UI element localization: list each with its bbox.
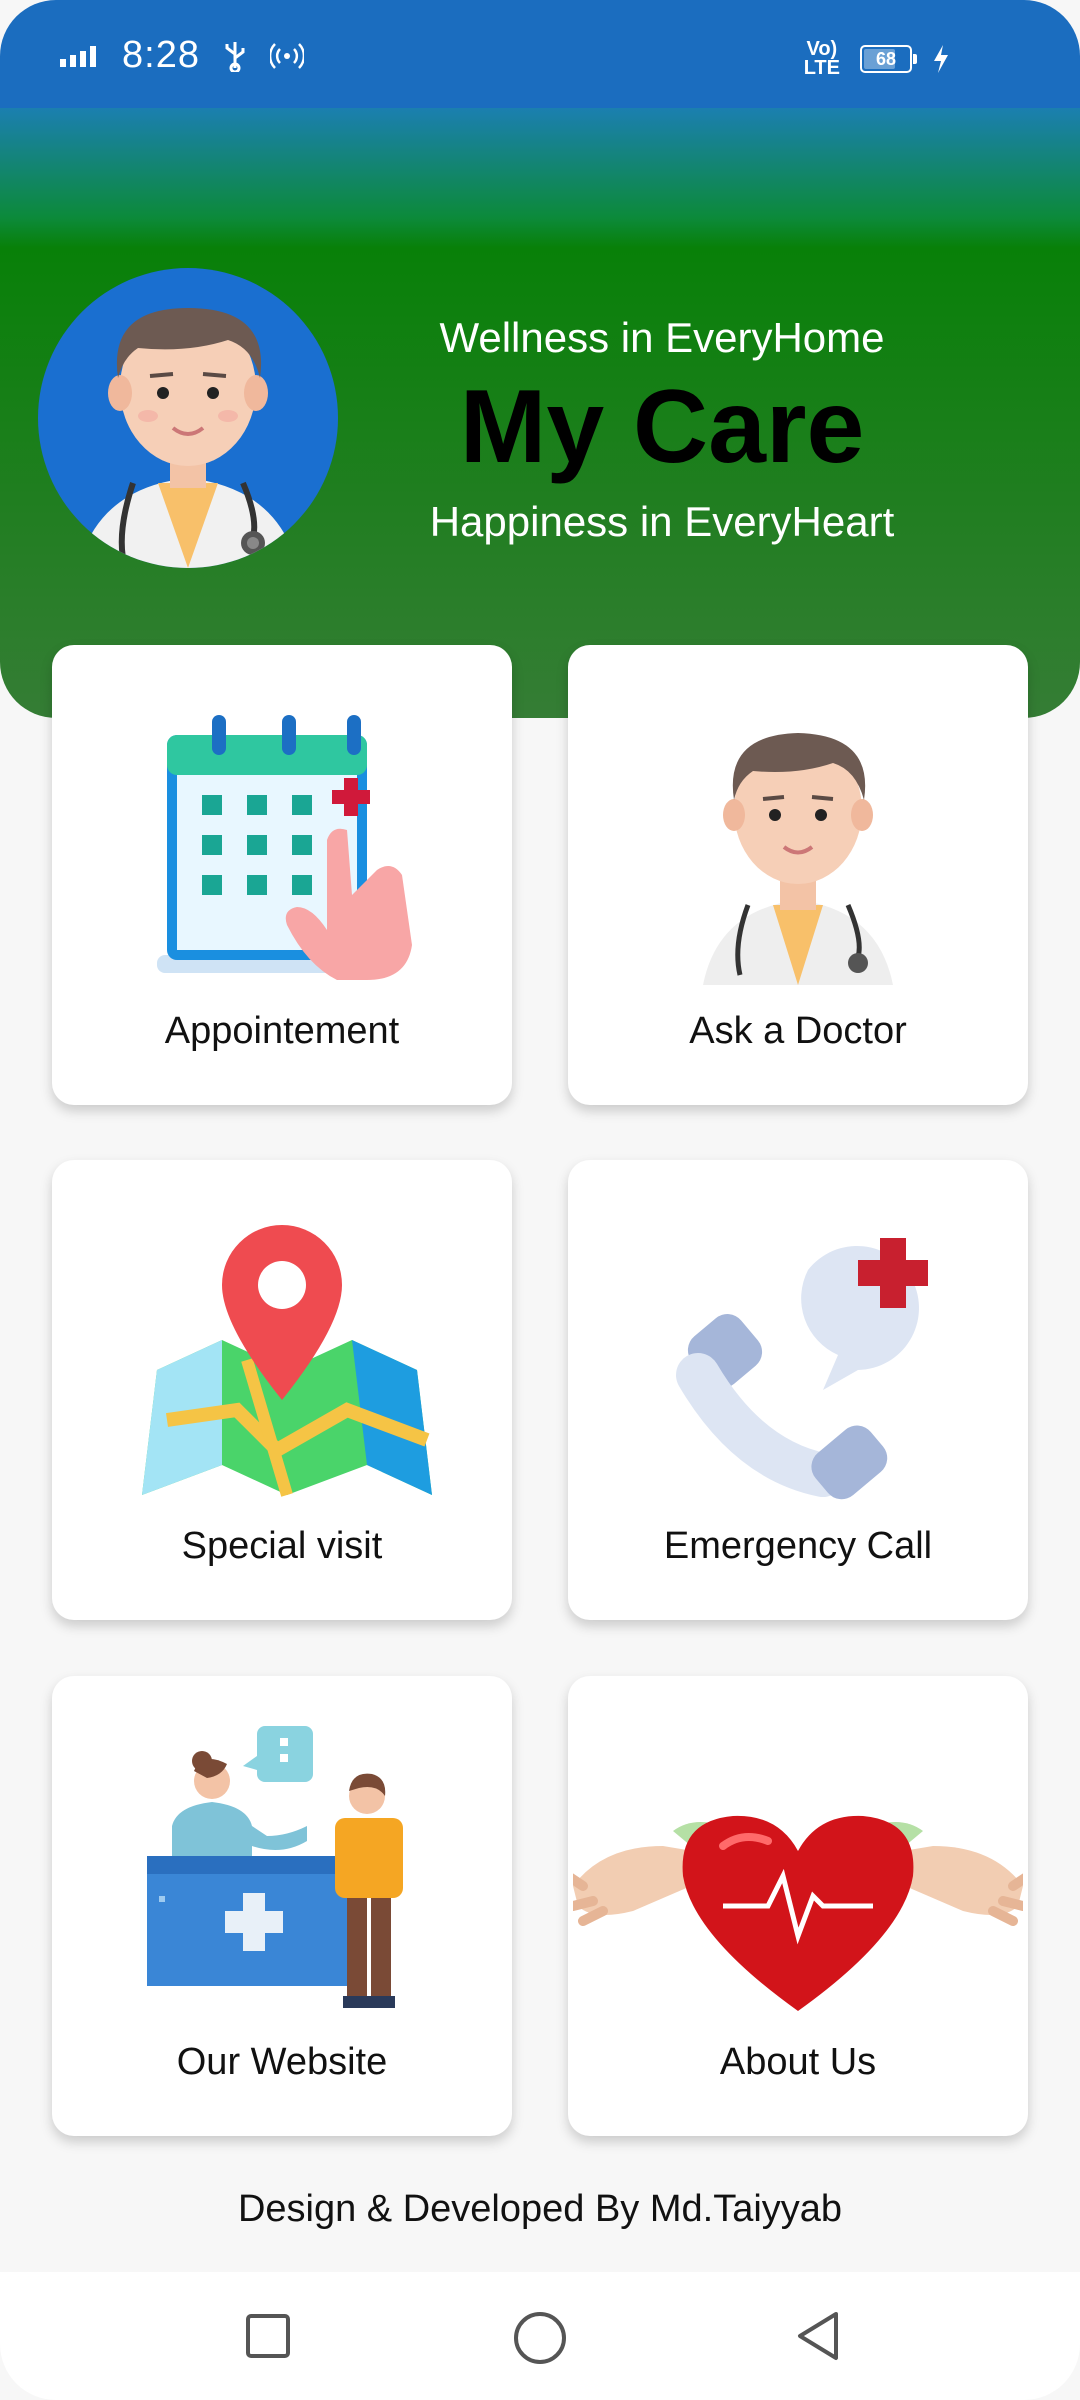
emergency-call-label: Emergency Call bbox=[663, 1525, 933, 1567]
doctor-icon bbox=[703, 733, 893, 985]
navigation-bar bbox=[0, 2272, 1080, 2400]
about-us-card[interactable]: About Us bbox=[568, 1676, 1028, 2136]
signal-icon bbox=[60, 45, 96, 67]
calendar-appointment-icon bbox=[157, 715, 412, 980]
home-button[interactable] bbox=[510, 2308, 570, 2373]
our-website-label: Our Website bbox=[176, 2041, 388, 2083]
app-title: My Care bbox=[459, 369, 865, 485]
square-icon bbox=[246, 2314, 290, 2358]
doctor-avatar-icon bbox=[78, 308, 298, 568]
app-screen: 8:28 Vo) LTE 68 Wellness in EveryHome My… bbox=[0, 0, 1080, 2400]
our-website-card[interactable]: Our Website bbox=[52, 1676, 512, 2136]
status-bar: 8:28 Vo) LTE 68 bbox=[0, 0, 1080, 108]
special-visit-label: Special visit bbox=[181, 1525, 383, 1567]
volte-icon: Vo) LTE bbox=[803, 38, 840, 79]
status-time: 8:28 bbox=[122, 34, 200, 76]
special-visit-card[interactable]: Special visit bbox=[52, 1160, 512, 1620]
ask-doctor-label: Ask a Doctor bbox=[689, 1010, 907, 1052]
reception-icon bbox=[147, 1726, 403, 2008]
charging-icon bbox=[934, 45, 948, 73]
back-triangle-icon bbox=[798, 2312, 838, 2360]
appointment-label: Appointement bbox=[164, 1010, 400, 1052]
tagline-top: Wellness in EveryHome bbox=[439, 314, 885, 361]
ask-doctor-card[interactable]: Ask a Doctor bbox=[568, 645, 1028, 1105]
hotspot-icon bbox=[269, 42, 304, 69]
battery-level: 68 bbox=[875, 48, 897, 69]
emergency-phone-icon bbox=[676, 1238, 928, 1500]
back-button[interactable] bbox=[790, 2308, 846, 2369]
circle-icon bbox=[514, 2312, 566, 2364]
heart-hands-icon bbox=[573, 1815, 1023, 2011]
doctor-avatar bbox=[38, 268, 338, 568]
tagline-bottom: Happiness in EveryHeart bbox=[429, 498, 895, 545]
battery-icon: 68 bbox=[860, 45, 917, 73]
header-banner: Wellness in EveryHome My Care Happiness … bbox=[0, 108, 1080, 718]
about-us-label: About Us bbox=[719, 2041, 877, 2083]
appointment-card[interactable]: Appointement bbox=[52, 645, 512, 1105]
developer-credit: Design & Developed By Md.Taiyyab bbox=[237, 2188, 843, 2230]
emergency-call-card[interactable]: Emergency Call bbox=[568, 1160, 1028, 1620]
map-pin-icon bbox=[142, 1225, 432, 1497]
usb-icon bbox=[225, 41, 245, 72]
recents-button[interactable] bbox=[240, 2308, 296, 2369]
